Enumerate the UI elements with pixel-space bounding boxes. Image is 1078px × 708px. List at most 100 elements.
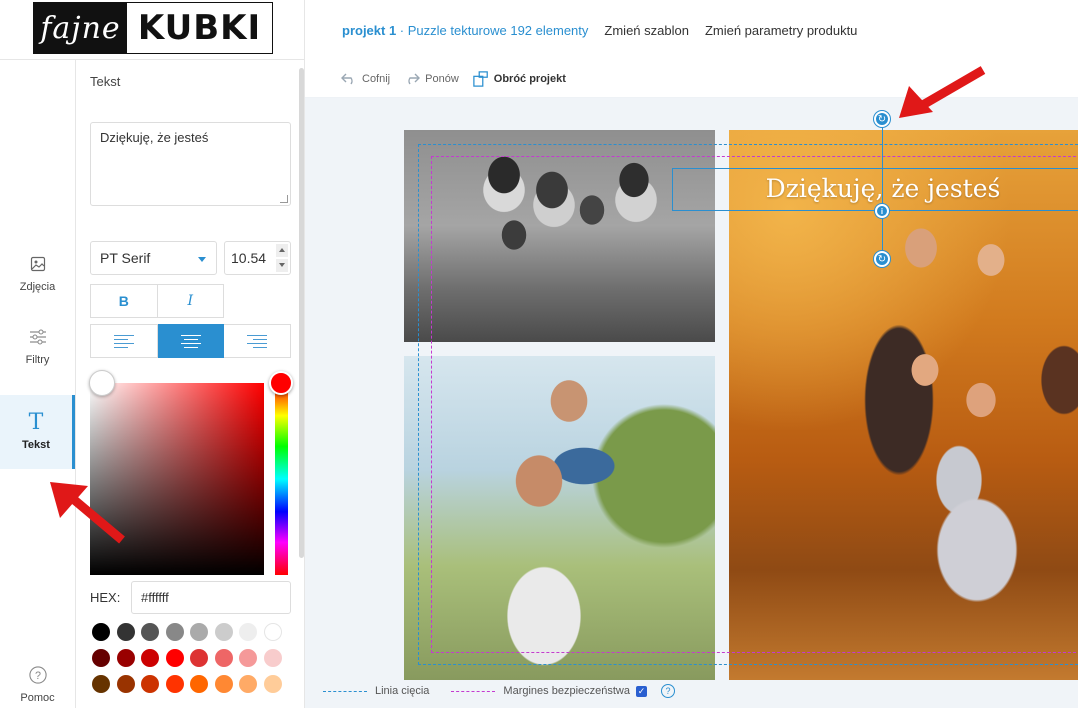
left-nav: Zdjęcia Filtry T Tekst ? Pomoc [0, 60, 76, 708]
rotate-handle-bottom-icon[interactable]: ↻ [874, 251, 890, 267]
stepper-up-icon[interactable] [276, 244, 288, 257]
text-content-input[interactable]: Dziękuję, że jesteś [90, 122, 291, 206]
color-swatch[interactable] [190, 675, 208, 693]
top-bar: projekt 1 · Puzzle tekturowe 192 element… [305, 0, 1078, 60]
rotate-handle-icon[interactable]: ↻ [874, 111, 890, 127]
nav-item-photos[interactable]: Zdjęcia [0, 237, 75, 311]
color-picker-handle[interactable] [89, 370, 115, 396]
logo[interactable]: fajne KUBKI [33, 2, 273, 54]
text-content-value: Dziękuję, że jesteś [100, 130, 209, 145]
image-icon [29, 255, 47, 273]
logo-left-text: fajne [34, 3, 127, 53]
color-swatch[interactable] [92, 623, 110, 641]
safe-margin-sample [451, 690, 496, 692]
canvas-text[interactable]: Dziękuję, że jesteś [728, 168, 1038, 208]
help-icon: ? [28, 666, 47, 684]
color-swatch[interactable] [214, 649, 233, 667]
redo-label: Ponów [425, 72, 459, 85]
photo-family-bw[interactable] [404, 130, 715, 342]
align-right-icon [247, 334, 268, 348]
color-swatch[interactable] [239, 675, 257, 693]
text-panel: Tekst Dziękuję, że jesteś PT Serif 10.54… [76, 60, 305, 708]
hue-slider[interactable] [275, 383, 288, 575]
color-swatch[interactable] [92, 675, 110, 693]
hex-value: #ffffff [141, 590, 169, 605]
color-swatch[interactable] [214, 623, 233, 641]
color-swatch[interactable] [141, 675, 159, 693]
nav-item-filters[interactable]: Filtry [0, 310, 75, 384]
color-swatch[interactable] [239, 623, 257, 641]
nav-label-help: Pomoc [20, 692, 55, 704]
color-swatch[interactable] [116, 675, 135, 693]
guide-legend: Linia cięcia Margines bezpieczeństwa ✓ ? [323, 684, 675, 698]
logo-right-text: KUBKI [127, 3, 272, 53]
nav-label-text: Tekst [22, 439, 50, 451]
nav-item-help[interactable]: ? Pomoc [0, 648, 75, 708]
color-swatch[interactable] [165, 675, 184, 693]
italic-button[interactable]: I [157, 284, 224, 318]
photo-family-autumn[interactable] [729, 130, 1078, 680]
align-center-icon [180, 334, 201, 348]
color-swatch[interactable] [190, 623, 208, 641]
undo-icon [341, 72, 357, 86]
panel-title: Tekst [90, 74, 121, 89]
font-family-select[interactable]: PT Serif [90, 241, 217, 275]
hue-slider-handle[interactable] [269, 371, 293, 395]
color-swatch[interactable] [116, 623, 135, 641]
hex-input[interactable]: #ffffff [131, 581, 291, 614]
resize-grip-icon[interactable] [280, 195, 288, 203]
align-right-button[interactable] [224, 324, 292, 358]
rotate-icon [473, 70, 489, 87]
cut-line-sample [323, 690, 367, 692]
text-icon: T [28, 409, 44, 435]
font-size-input[interactable]: 10.54 [224, 241, 291, 275]
align-left-button[interactable] [90, 324, 158, 358]
legend-help-icon[interactable]: ? [661, 684, 675, 698]
info-handle-icon[interactable]: i [875, 204, 889, 218]
nav-label-photos: Zdjęcia [19, 281, 56, 293]
rotate-label: Obróć projekt [493, 72, 566, 85]
panel-scrollbar[interactable] [299, 68, 304, 558]
chevron-down-icon [198, 257, 206, 262]
color-swatch[interactable] [141, 649, 159, 667]
project-name: projekt 1 [342, 22, 397, 38]
stepper-down-icon[interactable] [276, 259, 288, 272]
color-swatch[interactable] [263, 623, 282, 641]
text-style-group: B I [90, 284, 224, 318]
undo-button[interactable]: Cofnij [341, 72, 390, 86]
svg-text:?: ? [35, 670, 41, 682]
color-swatches [92, 623, 292, 693]
font-size-stepper[interactable] [276, 244, 288, 272]
color-swatch[interactable] [141, 623, 159, 641]
safe-margin-checkbox[interactable]: ✓ [636, 685, 647, 697]
nav-item-text[interactable]: T Tekst [0, 395, 75, 469]
redo-button[interactable]: Ponów [404, 72, 459, 86]
safe-margin-label: Margines bezpieczeństwa [503, 685, 630, 697]
photo-father-son[interactable] [404, 356, 715, 680]
change-params-link[interactable]: Zmień parametry produktu [705, 23, 857, 38]
rotate-project-button[interactable]: Obróć projekt [473, 70, 566, 87]
color-swatch[interactable] [165, 623, 184, 641]
undo-label: Cofnij [362, 72, 391, 85]
bold-button[interactable]: B [90, 284, 158, 318]
project-detail: · Puzzle tekturowe 192 elementy [396, 22, 589, 38]
nav-label-filters: Filtry [25, 354, 50, 366]
color-swatch[interactable] [239, 649, 257, 667]
hex-label: HEX: [90, 590, 121, 605]
color-swatch[interactable] [92, 649, 110, 667]
color-swatch[interactable] [263, 649, 282, 667]
logo-area: fajne KUBKI [0, 0, 305, 60]
sliders-icon [29, 328, 47, 346]
color-swatch[interactable] [190, 649, 208, 667]
color-swatch[interactable] [116, 649, 135, 667]
align-left-icon [113, 334, 134, 348]
color-swatch[interactable] [214, 675, 233, 693]
project-breadcrumb[interactable]: projekt 1 · Puzzle tekturowe 192 element… [342, 23, 588, 38]
color-swatch[interactable] [165, 649, 184, 667]
color-swatch[interactable] [263, 675, 282, 693]
align-center-button[interactable] [157, 324, 225, 358]
color-picker-area[interactable] [89, 370, 264, 575]
text-align-group [90, 324, 292, 358]
change-template-link[interactable]: Zmień szablon [604, 23, 689, 38]
font-family-value: PT Serif [100, 250, 151, 266]
